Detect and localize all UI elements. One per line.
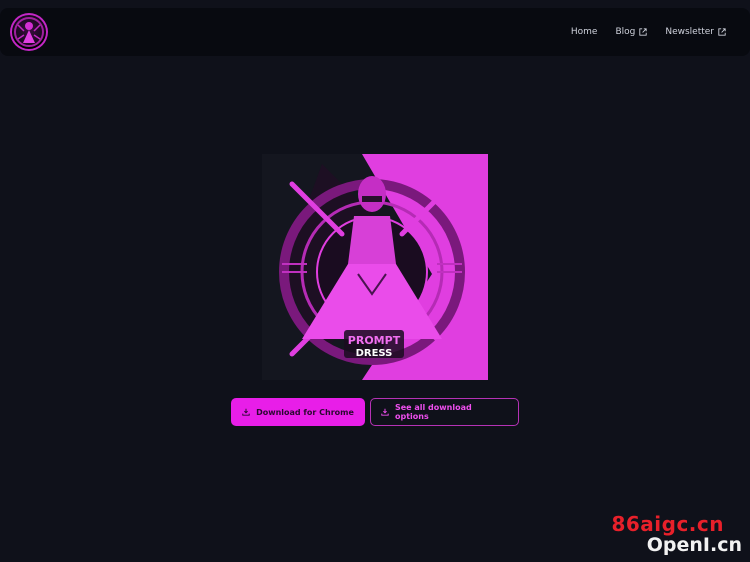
nav-blog-link[interactable]: Blog [615,27,647,37]
hero-image-text-prompt: PROMPT [348,334,401,347]
download-icon [242,408,250,416]
see-all-download-options-button[interactable]: See all download options [370,398,519,426]
watermark-86aigc: 86aigc.cn [611,512,724,536]
main-nav: Home Blog Newsletter [571,8,726,56]
download-icon [381,408,389,416]
nav-home-link[interactable]: Home [571,27,598,37]
hero-image: PROMPT DRESS [262,154,488,380]
hero-image-text-dress: DRESS [356,348,393,359]
nav-home-label: Home [570,27,598,37]
nav-newsletter-label: Newsletter [665,27,714,37]
watermark-openi: OpenI.cn [646,534,742,556]
see-all-download-options-label: See all download options [394,403,472,421]
external-link-icon [718,28,726,36]
download-for-chrome-button[interactable]: Download for Chrome [231,398,365,426]
nav-newsletter-link[interactable]: Newsletter [665,27,726,37]
prompt-dress-logo-icon[interactable] [10,13,48,51]
top-navigation-bar: Home Blog Newsletter [0,8,750,56]
external-link-icon [639,28,647,36]
nav-blog-label: Blog [615,27,636,37]
download-for-chrome-label: Download for Chrome [256,407,354,417]
download-actions: Download for Chrome See all download opt… [231,398,519,426]
